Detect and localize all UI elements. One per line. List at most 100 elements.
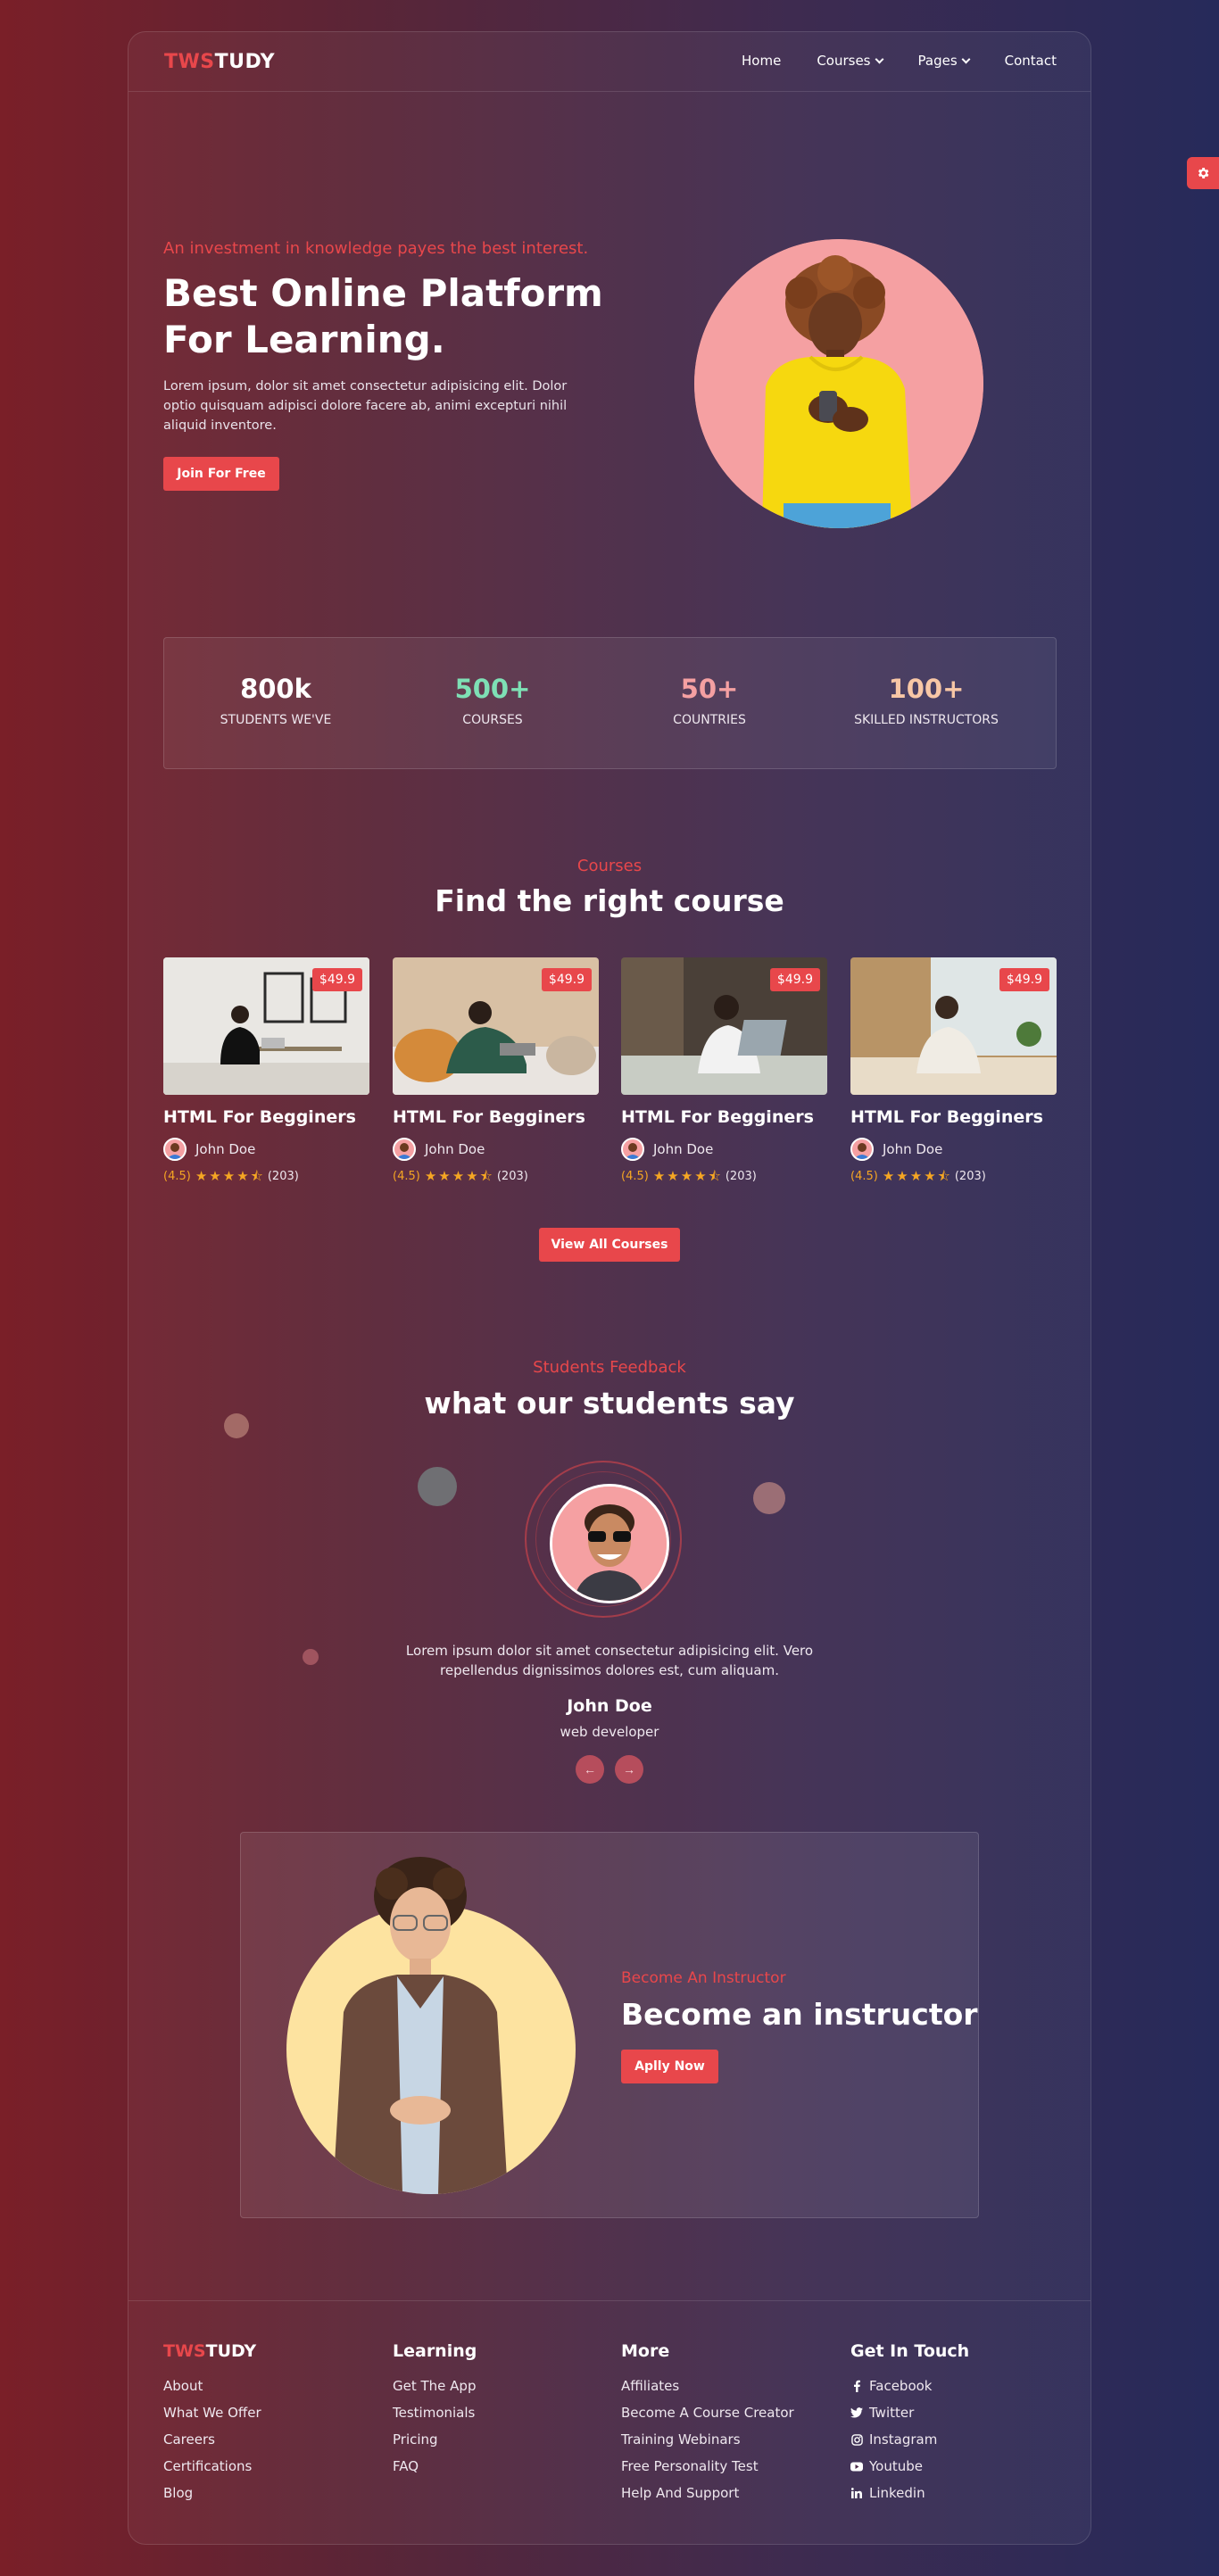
nav-pages[interactable]: Pages	[917, 53, 971, 69]
footer-link-twitter[interactable]: Twitter	[850, 2399, 969, 2426]
course-image: $49.9	[393, 957, 599, 1095]
star-half-icon: ⯪	[250, 1168, 263, 1184]
student-avatar	[550, 1484, 669, 1603]
hero-description: Lorem ipsum, dolor sit amet consectetur …	[163, 379, 568, 433]
footer-divider	[129, 2300, 1090, 2301]
footer-link-faq[interactable]: FAQ	[393, 2453, 477, 2480]
footer-link-label: Affiliates	[621, 2378, 680, 2394]
rating-count: (203)	[954, 1170, 986, 1183]
footer-learning-column: Learning Get The App Testimonials Pricin…	[393, 2341, 477, 2480]
footer-column-title: Get In Touch	[850, 2341, 970, 2361]
avatar	[621, 1138, 644, 1161]
footer-link-youtube[interactable]: Youtube	[850, 2453, 969, 2480]
footer-link-label: Blog	[163, 2485, 194, 2501]
footer-link-get-the-app[interactable]: Get The App	[393, 2373, 477, 2399]
footer-column-title: More	[621, 2341, 670, 2361]
footer-link-instagram[interactable]: Instagram	[850, 2426, 969, 2453]
instagram-icon	[850, 2433, 863, 2446]
nav-home[interactable]: Home	[742, 53, 781, 69]
footer-link-label: Facebook	[869, 2378, 933, 2394]
course-title: HTML For Begginers	[850, 1107, 1043, 1127]
price-badge: $49.9	[999, 968, 1049, 991]
footer-link-testimonials[interactable]: Testimonials	[393, 2399, 477, 2426]
hero-kicker: An investment in knowledge payes the bes…	[163, 239, 589, 258]
logo[interactable]: TWSTUDY	[164, 51, 275, 73]
nav-courses[interactable]: Courses	[817, 53, 883, 69]
rating-count: (203)	[267, 1170, 299, 1183]
rating-score: (4.5)	[163, 1170, 191, 1183]
instructor-image	[286, 1851, 576, 2194]
footer-link-linkedin[interactable]: Linkedin	[850, 2480, 969, 2506]
join-for-free-button[interactable]: Join For Free	[163, 457, 279, 491]
course-rating: (4.5) ★ ★ ★ ★ ⯪ (203)	[393, 1168, 599, 1184]
footer-link-personality-test[interactable]: Free Personality Test	[621, 2453, 794, 2480]
price-badge: $49.9	[311, 968, 362, 991]
footer-link-help-support[interactable]: Help And Support	[621, 2480, 794, 2506]
star-icon: ★	[667, 1168, 679, 1184]
chevron-down-icon	[961, 54, 971, 63]
footer-link-label: Become A Course Creator	[621, 2405, 794, 2421]
star-icon: ★	[652, 1168, 666, 1184]
avatar	[393, 1138, 416, 1161]
stat-students: 800k STUDENTS WE'VE	[164, 674, 387, 727]
footer-link-what-we-offer[interactable]: What We Offer	[163, 2399, 261, 2426]
footer-link-label: Testimonials	[393, 2405, 476, 2421]
footer-link-label: Youtube	[869, 2458, 923, 2474]
footer-link-affiliates[interactable]: Affiliates	[621, 2373, 794, 2399]
course-title: HTML For Begginers	[393, 1107, 585, 1127]
footer-link-about[interactable]: About	[163, 2373, 261, 2399]
decor-bubble	[418, 1467, 457, 1506]
youtube-icon	[850, 2460, 863, 2472]
apply-now-button[interactable]: Aplly Now	[621, 2050, 718, 2083]
nav-pages-label: Pages	[917, 53, 958, 69]
footer-link-blog[interactable]: Blog	[163, 2480, 261, 2506]
footer-more-column: More Affiliates Become A Course Creator …	[621, 2341, 794, 2506]
footer-link-label: Linkedin	[869, 2485, 925, 2501]
footer-link-certifications[interactable]: Certifications	[163, 2453, 261, 2480]
star-icon: ★	[680, 1168, 693, 1184]
star-icon: ★	[909, 1168, 923, 1184]
star-icon: ★	[896, 1168, 908, 1184]
footer-link-training-webinars[interactable]: Training Webinars	[621, 2426, 794, 2453]
decor-bubble	[303, 1649, 319, 1665]
star-icon: ★	[466, 1168, 478, 1184]
footer-link-label: Free Personality Test	[621, 2458, 759, 2474]
star-icon: ★	[694, 1168, 707, 1184]
course-rating: (4.5) ★ ★ ★ ★ ⯪ (203)	[621, 1168, 827, 1184]
course-card[interactable]: $49.9 HTML For Begginers John Doe (4.5) …	[850, 957, 1057, 1183]
course-card[interactable]: $49.9 HTML For Begginers John Doe (4.5) …	[393, 957, 599, 1183]
star-half-icon: ⯪	[937, 1168, 950, 1184]
rating-score: (4.5)	[393, 1170, 420, 1183]
course-instructor: John Doe	[850, 1138, 1057, 1161]
stat-value: 100+	[888, 674, 965, 704]
course-image: $49.9	[163, 957, 369, 1095]
stat-value: 800k	[240, 674, 311, 704]
footer-link-facebook[interactable]: Facebook	[850, 2373, 969, 2399]
footer-logo[interactable]: TWSTUDY	[163, 2341, 261, 2361]
avatar	[850, 1138, 874, 1161]
footer-link-course-creator[interactable]: Become A Course Creator	[621, 2399, 794, 2426]
testimonial-role: web developer	[560, 1724, 659, 1740]
nav-contact[interactable]: Contact	[1005, 53, 1057, 69]
price-badge: $49.9	[541, 968, 592, 991]
next-button[interactable]: →	[615, 1755, 643, 1784]
stat-label: COURSES	[462, 713, 523, 727]
footer-link-label: Certifications	[163, 2458, 253, 2474]
stat-instructors: 100+ SKILLED INSTRUCTORS	[815, 674, 1038, 727]
logo-rest: TUDY	[214, 51, 276, 73]
settings-button[interactable]	[1187, 157, 1219, 189]
instructor-name: John Doe	[425, 1141, 485, 1157]
view-all-courses-button[interactable]: View All Courses	[539, 1228, 680, 1262]
footer-link-careers[interactable]: Careers	[163, 2426, 261, 2453]
prev-button[interactable]: ←	[576, 1755, 604, 1784]
hero-person-illustration	[694, 239, 983, 528]
footer-link-pricing[interactable]: Pricing	[393, 2426, 477, 2453]
decor-bubble	[224, 1413, 249, 1438]
course-card[interactable]: $49.9 HTML For Begginers John Doe (4.5) …	[621, 957, 827, 1183]
rating-count: (203)	[725, 1170, 757, 1183]
course-title: HTML For Begginers	[621, 1107, 814, 1127]
course-card[interactable]: $49.9 HTML For Begginers John Doe (4.5) …	[163, 957, 369, 1183]
instructor-kicker: Become An Instructor	[621, 1969, 786, 1987]
course-rating: (4.5) ★ ★ ★ ★ ⯪ (203)	[850, 1168, 1057, 1184]
star-half-icon: ⯪	[708, 1168, 721, 1184]
